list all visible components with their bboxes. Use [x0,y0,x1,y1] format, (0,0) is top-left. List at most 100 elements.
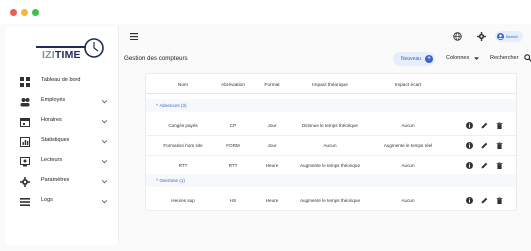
delete-icon[interactable] [496,162,503,169]
new-counter-button[interactable]: Nouveau + [393,52,435,66]
column-header-theoretical-impact[interactable]: Impact théorique [312,83,348,88]
group-label: ^ Overtime (1) [156,178,185,183]
info-icon[interactable] [466,142,473,149]
table-cell: Aucun [323,143,337,148]
column-header-gap-impact[interactable]: Impact écart [395,83,421,88]
hamburger-icon[interactable] [130,33,138,40]
table-cell: Formation hors site [163,143,203,148]
plus-icon: + [425,55,433,63]
row-divider [146,155,516,156]
table-cell: Heure [265,198,279,203]
sidebar-item-label: Statistiques [41,137,70,143]
table-cell: RTT [178,163,188,168]
maximize-window-button[interactable] [32,9,39,16]
delete-icon[interactable] [496,142,503,149]
sidebar-item-label: Lecteurs [41,157,63,163]
window-titlebar [0,0,531,24]
row-divider [146,210,516,211]
table-cell: Aucun [401,163,415,168]
chevron-down-icon [102,160,107,164]
info-icon[interactable] [466,162,473,169]
minimize-window-button[interactable] [21,9,28,16]
header-divider [146,93,516,94]
column-header-abbreviation[interactable]: Abréviation [221,83,245,88]
chevron-down-icon [102,120,107,124]
table-cell: HS [229,198,237,203]
chart-icon [20,137,30,147]
table-cell: CP [229,123,237,128]
sidebar-item-label: Logs [41,197,53,203]
user-chip[interactable]: Benoît [495,31,523,42]
chevron-down-icon[interactable] [474,57,479,61]
sidebar-item-logs[interactable]: Logs [6,194,119,210]
dashboard-icon [20,77,30,87]
group-row-overtime[interactable]: ^ Overtime (1) [146,174,516,187]
page-title: Gestion des compteurs [124,55,188,62]
table-cell: Augmente le temps théorique [299,198,361,203]
group-title: Overtime (1) [159,178,185,183]
row-divider [146,135,516,136]
edit-icon[interactable] [481,162,488,169]
list-icon [20,198,30,206]
user-name: Benoît [506,34,518,39]
columns-button[interactable]: Colonnes [446,55,469,61]
sidebar-item-parametres[interactable]: Paramètres [6,174,119,190]
izitime-logo: IZITIME [34,30,106,64]
sidebar-item-label: Employés [41,97,66,103]
avatar-icon [497,33,504,40]
globe-icon[interactable] [453,32,462,41]
group-row-absences[interactable]: ^ Absences (3) [146,99,516,112]
gear-icon [20,177,30,187]
group-title: Absences (3) [159,103,187,108]
chevron-down-icon [102,180,107,184]
table-cell: Heures sup [171,198,195,203]
chevron-down-icon [102,200,107,204]
chevron-up-icon: ^ [156,103,159,108]
chevron-down-icon [102,140,107,144]
table-cell: Jour [267,123,277,128]
delete-icon[interactable] [496,197,503,204]
edit-icon[interactable] [481,122,488,129]
table-cell: Congés payés [168,123,198,128]
sidebar-item-lecteurs[interactable]: Lecteurs [6,154,119,170]
table-cell: Diminue le temps théorique [302,123,358,128]
table-cell: Heure [265,163,279,168]
chevron-up-icon: ^ [156,178,159,183]
logo-bar [36,46,86,48]
chevron-down-icon [102,100,107,104]
table-cell: RTT [228,163,238,168]
gear-icon[interactable] [477,32,486,41]
reader-icon [20,157,30,167]
search-button[interactable]: Rechercher [490,55,518,61]
column-header-name[interactable]: Nom [178,83,188,88]
sidebar-item-label: Tableau de bord [41,77,81,83]
group-label: ^ Absences (3) [156,103,187,108]
info-icon[interactable] [466,122,473,129]
table-cell: Jour [267,143,277,148]
logo-izi: IZI [42,49,55,61]
search-icon[interactable] [524,54,531,62]
table-cell: Augmente le temps réel [383,143,433,148]
sidebar-item-horaires[interactable]: Horaires [6,114,119,130]
table-cell: FORM [226,143,240,148]
sidebar-item-employes[interactable]: Employés [6,94,119,110]
sidebar-item-label: Horaires [41,117,62,123]
app-window: IZITIME Tableau de bord Employés Horaires S… [0,0,531,251]
table-cell: Aucun [401,123,415,128]
delete-icon[interactable] [496,122,503,129]
column-header-format[interactable]: Format [264,83,279,88]
new-button-label: Nouveau [401,56,422,62]
sidebar-item-statistiques[interactable]: Statistiques [6,134,119,150]
edit-icon[interactable] [481,142,488,149]
sidebar: IZITIME Tableau de bord Employés Horaires S… [6,26,119,245]
close-window-button[interactable] [10,9,17,16]
edit-icon[interactable] [481,197,488,204]
clock-icon [84,38,104,58]
sidebar-item-label: Paramètres [41,177,70,183]
users-icon [20,98,30,107]
info-icon[interactable] [466,197,473,204]
table-cell: Aucun [401,198,415,203]
sidebar-item-tableau-de-bord[interactable]: Tableau de bord [6,74,119,90]
logo-time: TIME [54,49,81,61]
table-cell: Augmente le temps théorique [299,163,361,168]
